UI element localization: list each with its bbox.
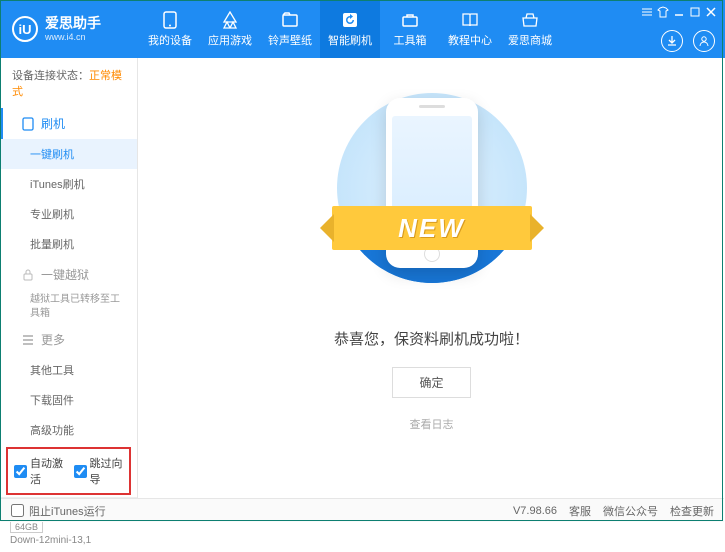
options-box: 自动激活 跳过向导 bbox=[6, 447, 131, 495]
phone-small-icon bbox=[22, 117, 34, 131]
check-update-link[interactable]: 检查更新 bbox=[670, 503, 714, 519]
nav-tutorials[interactable]: 教程中心 bbox=[440, 0, 500, 58]
list-icon bbox=[22, 334, 34, 346]
store-icon bbox=[520, 11, 540, 29]
checkbox-skip-guide[interactable]: 跳过向导 bbox=[74, 455, 124, 487]
sidebar-item-oneclick[interactable]: 一键刷机 bbox=[0, 139, 137, 169]
app-site: www.i4.cn bbox=[45, 32, 101, 42]
sidebar-item-batch[interactable]: 批量刷机 bbox=[0, 229, 137, 259]
ok-button[interactable]: 确定 bbox=[392, 367, 470, 398]
lock-icon bbox=[22, 269, 34, 281]
section-more[interactable]: 更多 bbox=[0, 324, 137, 355]
refresh-icon bbox=[340, 11, 360, 29]
logo[interactable]: iU 爱思助手 www.i4.cn bbox=[0, 16, 140, 42]
close-icon[interactable] bbox=[705, 6, 717, 18]
minimize-icon[interactable] bbox=[673, 6, 685, 18]
support-link[interactable]: 客服 bbox=[569, 503, 591, 519]
download-button[interactable] bbox=[661, 30, 683, 52]
success-illustration: NEW bbox=[317, 88, 547, 288]
device-model: Down-12mini-13,1 bbox=[10, 535, 127, 546]
sidebar-item-download[interactable]: 下载固件 bbox=[0, 385, 137, 415]
device-status: 设备连接状态：正常模式 bbox=[0, 58, 137, 108]
logo-icon: iU bbox=[12, 16, 38, 42]
nav-store[interactable]: 爱思商城 bbox=[500, 0, 560, 58]
folder-icon bbox=[280, 11, 300, 29]
wechat-link[interactable]: 微信公众号 bbox=[603, 503, 658, 519]
sidebar-item-advanced[interactable]: 高级功能 bbox=[0, 415, 137, 445]
book-icon bbox=[460, 11, 480, 29]
nav-apps[interactable]: 应用游戏 bbox=[200, 0, 260, 58]
user-button[interactable] bbox=[693, 30, 715, 52]
sidebar: 设备连接状态：正常模式 刷机 一键刷机 iTunes刷机 专业刷机 批量刷机 一… bbox=[0, 58, 138, 498]
sidebar-item-other[interactable]: 其他工具 bbox=[0, 355, 137, 385]
banner-text: NEW bbox=[398, 213, 465, 244]
nav-flash[interactable]: 智能刷机 bbox=[320, 0, 380, 58]
menu-icon[interactable] bbox=[641, 6, 653, 18]
checkbox-block-itunes[interactable]: 阻止iTunes运行 bbox=[11, 503, 106, 519]
phone-icon bbox=[160, 11, 180, 29]
jailbreak-note: 越狱工具已转移至工具箱 bbox=[0, 290, 137, 324]
success-message: 恭喜您，保资料刷机成功啦！ bbox=[334, 328, 529, 349]
sidebar-item-itunes[interactable]: iTunes刷机 bbox=[0, 169, 137, 199]
nav-toolbox[interactable]: 工具箱 bbox=[380, 0, 440, 58]
window-controls bbox=[641, 6, 717, 18]
checkbox-auto-activate[interactable]: 自动激活 bbox=[14, 455, 64, 487]
nav-ringtones[interactable]: 铃声壁纸 bbox=[260, 0, 320, 58]
section-jailbreak[interactable]: 一键越狱 bbox=[0, 259, 137, 290]
version-label: V7.98.66 bbox=[513, 505, 557, 517]
status-bar: 阻止iTunes运行 V7.98.66 客服 微信公众号 检查更新 bbox=[1, 498, 724, 522]
apps-icon bbox=[220, 11, 240, 29]
section-flash[interactable]: 刷机 bbox=[0, 108, 137, 139]
skin-icon[interactable] bbox=[657, 6, 669, 18]
view-log-link[interactable]: 查看日志 bbox=[410, 416, 454, 432]
app-header: iU 爱思助手 www.i4.cn 我的设备 应用游戏 铃声壁纸 智能刷机 工具… bbox=[0, 0, 725, 58]
toolbox-icon bbox=[400, 11, 420, 29]
maximize-icon[interactable] bbox=[689, 6, 701, 18]
main-content: NEW 恭喜您，保资料刷机成功啦！ 确定 查看日志 bbox=[138, 58, 725, 498]
sidebar-item-pro[interactable]: 专业刷机 bbox=[0, 199, 137, 229]
main-nav: 我的设备 应用游戏 铃声壁纸 智能刷机 工具箱 教程中心 爱思商城 bbox=[140, 0, 560, 58]
nav-my-device[interactable]: 我的设备 bbox=[140, 0, 200, 58]
app-name: 爱思助手 bbox=[45, 16, 101, 31]
